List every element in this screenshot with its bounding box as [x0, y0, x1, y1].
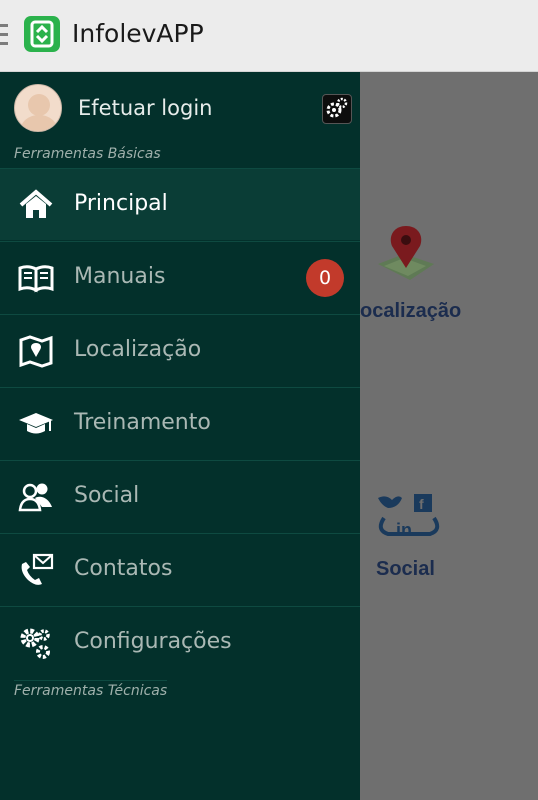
menu-item-label: Manuais [74, 264, 166, 289]
graduation-cap-icon [18, 406, 54, 442]
avatar[interactable] [14, 84, 62, 132]
menu-item-label: Contatos [74, 556, 173, 581]
navigation-drawer: Efetuar login Ferramentas Básicas Princi… [0, 72, 360, 800]
app-logo-icon [24, 16, 60, 52]
app-title: InfolevAPP [72, 19, 204, 48]
app-bar: InfolevAPP [0, 0, 538, 72]
menu-item-localizacao[interactable]: Localização [0, 314, 360, 386]
home-icon [18, 187, 54, 223]
settings-icon[interactable] [322, 94, 352, 124]
menu-icon[interactable] [0, 24, 8, 46]
menu-item-label: Social [74, 483, 140, 508]
section-label-basic: Ferramentas Básicas [14, 146, 161, 162]
gears-icon [18, 625, 54, 661]
notification-badge: 0 [306, 259, 344, 297]
menu-item-treinamento[interactable]: Treinamento [0, 387, 360, 459]
menu-item-label: Localização [74, 337, 202, 362]
menu-item-social[interactable]: Social [0, 460, 360, 532]
menu-item-label: Treinamento [74, 410, 211, 435]
tile-localizacao-label[interactable]: ocalização [360, 300, 461, 323]
svg-text:f: f [419, 496, 424, 512]
login-label[interactable]: Efetuar login [78, 96, 212, 120]
tile-social-label[interactable]: Social [376, 558, 435, 581]
social-networks-icon[interactable]: f in [374, 490, 444, 546]
map-icon [18, 333, 54, 369]
menu-item-configuracoes[interactable]: Configurações [0, 606, 360, 678]
menu-item-contatos[interactable]: Contatos [0, 533, 360, 605]
section-label-technical: Ferramentas Técnicas [14, 680, 168, 699]
menu-item-label: Principal [74, 191, 168, 216]
svg-text:in: in [396, 520, 412, 540]
book-icon [18, 260, 54, 296]
people-icon [18, 479, 54, 515]
menu-item-label: Configurações [74, 629, 232, 654]
phone-mail-icon [18, 552, 54, 588]
menu-item-principal[interactable]: Principal [0, 168, 360, 240]
menu-item-manuais[interactable]: Manuais 0 [0, 241, 360, 313]
map-pin-icon[interactable] [374, 224, 438, 294]
